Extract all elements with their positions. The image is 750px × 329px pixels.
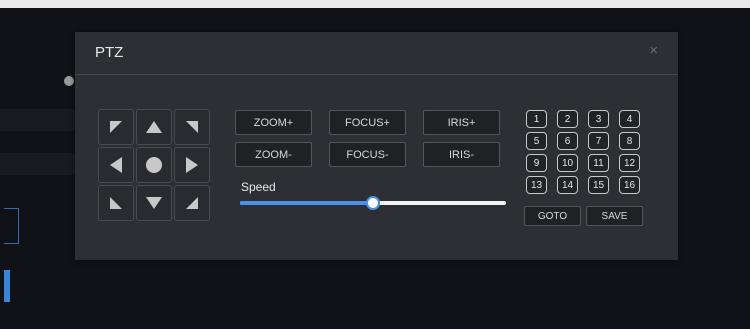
- preset-button-9[interactable]: 9: [526, 154, 547, 172]
- background-highlight: [4, 270, 10, 302]
- preset-button-10[interactable]: 10: [557, 154, 578, 172]
- pan-up-left-button[interactable]: [98, 109, 134, 145]
- preset-button-16[interactable]: 16: [619, 176, 640, 194]
- arrow-down-right-icon: [186, 197, 198, 209]
- preset-button-6[interactable]: 6: [557, 132, 578, 150]
- slider-fill: [240, 201, 373, 205]
- pan-up-right-button[interactable]: [174, 109, 210, 145]
- background-field: [4, 208, 19, 244]
- preset-button-8[interactable]: 8: [619, 132, 640, 150]
- preset-button-1[interactable]: 1: [526, 110, 547, 128]
- preset-button-15[interactable]: 15: [588, 176, 609, 194]
- arrow-left-icon: [110, 157, 122, 173]
- pan-down-left-button[interactable]: [98, 185, 134, 221]
- zoom-in-button[interactable]: ZOOM+: [235, 110, 312, 135]
- close-icon[interactable]: ×: [649, 42, 658, 59]
- center-button[interactable]: [136, 147, 172, 183]
- circle-icon: [146, 157, 162, 173]
- background-dot: [64, 76, 74, 86]
- arrow-down-left-icon: [110, 197, 122, 209]
- preset-button-3[interactable]: 3: [588, 110, 609, 128]
- arrow-up-right-icon: [186, 121, 198, 133]
- arrow-right-icon: [186, 157, 198, 173]
- preset-button-11[interactable]: 11: [588, 154, 609, 172]
- ptz-dialog: PTZ × ZOOM+ FOCUS+ IRIS+ ZOOM- FOCUS- IR…: [75, 32, 678, 260]
- pan-down-right-button[interactable]: [174, 185, 210, 221]
- focus-in-button[interactable]: FOCUS+: [329, 110, 406, 135]
- zoom-out-button[interactable]: ZOOM-: [235, 142, 312, 167]
- speed-slider[interactable]: [240, 195, 506, 211]
- iris-close-button[interactable]: IRIS-: [423, 142, 500, 167]
- iris-open-button[interactable]: IRIS+: [423, 110, 500, 135]
- slider-thumb[interactable]: [366, 196, 380, 210]
- background-row: [0, 109, 78, 131]
- dialog-title: PTZ: [95, 44, 124, 61]
- arrow-down-icon: [146, 197, 162, 209]
- tilt-down-button[interactable]: [136, 185, 172, 221]
- preset-button-12[interactable]: 12: [619, 154, 640, 172]
- pan-right-button[interactable]: [174, 147, 210, 183]
- preset-button-13[interactable]: 13: [526, 176, 547, 194]
- preset-button-14[interactable]: 14: [557, 176, 578, 194]
- arrow-up-left-icon: [110, 121, 122, 133]
- pan-left-button[interactable]: [98, 147, 134, 183]
- preset-button-5[interactable]: 5: [526, 132, 547, 150]
- save-button[interactable]: SAVE: [586, 206, 643, 226]
- preset-button-7[interactable]: 7: [588, 132, 609, 150]
- preset-button-4[interactable]: 4: [619, 110, 640, 128]
- tilt-up-button[interactable]: [136, 109, 172, 145]
- title-divider: [75, 74, 678, 75]
- speed-label: Speed: [241, 180, 276, 194]
- focus-out-button[interactable]: FOCUS-: [329, 142, 406, 167]
- preset-button-2[interactable]: 2: [557, 110, 578, 128]
- goto-button[interactable]: GOTO: [524, 206, 581, 226]
- arrow-up-icon: [146, 121, 162, 133]
- background-row: [0, 153, 78, 175]
